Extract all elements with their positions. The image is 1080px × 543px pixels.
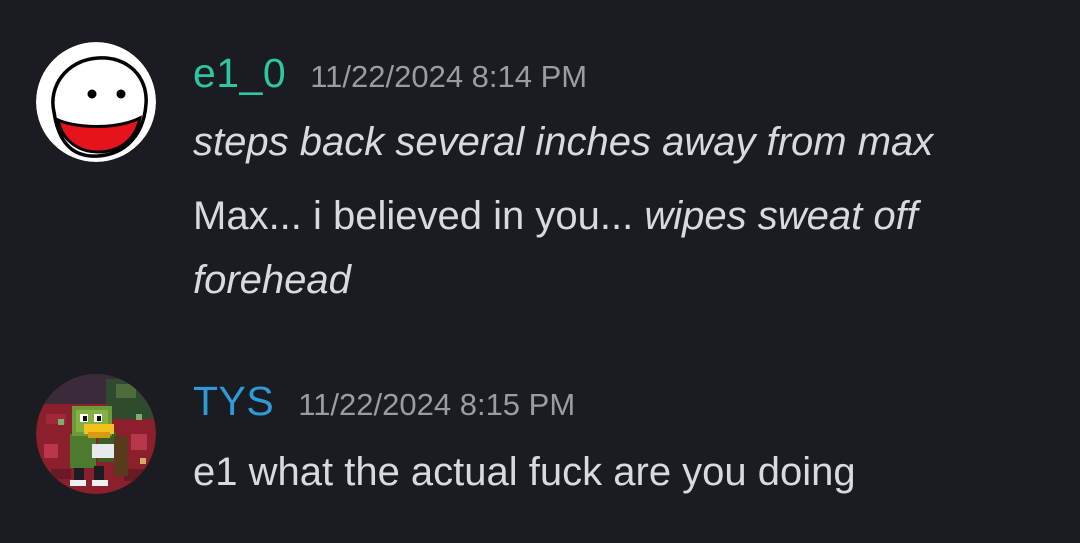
username[interactable]: e1_0 <box>193 50 286 97</box>
message-header: TYS 11/22/2024 8:15 PM <box>193 378 1060 440</box>
message-line: Max... i believed in you... wipes sweat … <box>193 184 1060 248</box>
message-line: forehead <box>193 248 1060 312</box>
user-avatar-TYS[interactable] <box>36 374 156 494</box>
timestamp: 11/22/2024 8:15 PM <box>298 387 576 422</box>
message-content: e1_0 11/22/2024 8:14 PM steps back sever… <box>193 50 1060 312</box>
timestamp: 11/22/2024 8:14 PM <box>310 59 588 94</box>
message-line: steps back several inches away from max <box>193 110 1060 174</box>
message-header: e1_0 11/22/2024 8:14 PM <box>193 50 1060 110</box>
smiley-face-avatar-icon <box>36 42 156 162</box>
message-italic-text: wipes sweat off <box>644 194 918 238</box>
pixel-art-character-avatar-icon <box>36 374 156 494</box>
message-content: TYS 11/22/2024 8:15 PM e1 what the actua… <box>193 378 1060 504</box>
message-plain-text: e1 what the actual fuck are you doing <box>193 450 856 494</box>
user-avatar-e1_0[interactable] <box>36 42 156 162</box>
message-plain-text: Max... i believed in you... <box>193 194 645 238</box>
message-italic-text: steps back several inches away from max <box>193 120 934 164</box>
message-italic-text: forehead <box>193 258 351 302</box>
username[interactable]: TYS <box>193 378 274 425</box>
message-line: e1 what the actual fuck are you doing <box>193 440 1060 504</box>
